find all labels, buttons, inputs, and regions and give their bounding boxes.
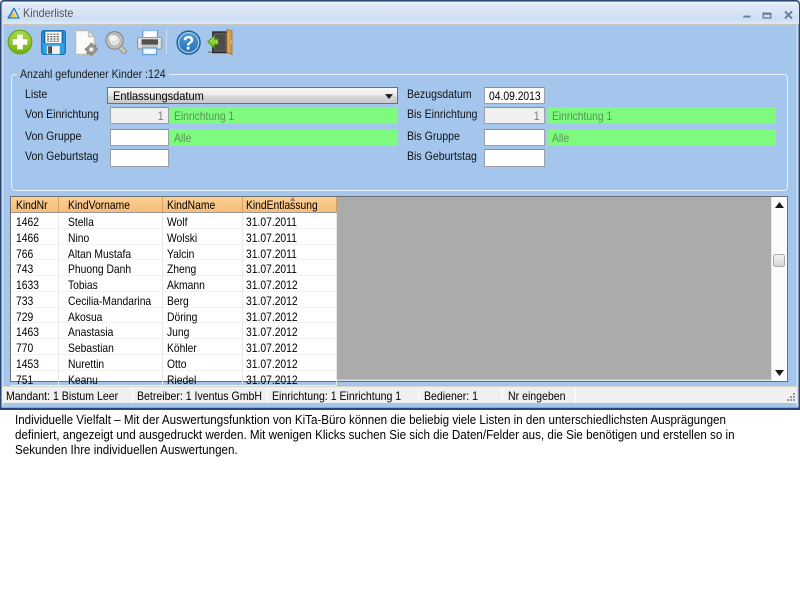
svg-text:?: ? [182,33,194,54]
